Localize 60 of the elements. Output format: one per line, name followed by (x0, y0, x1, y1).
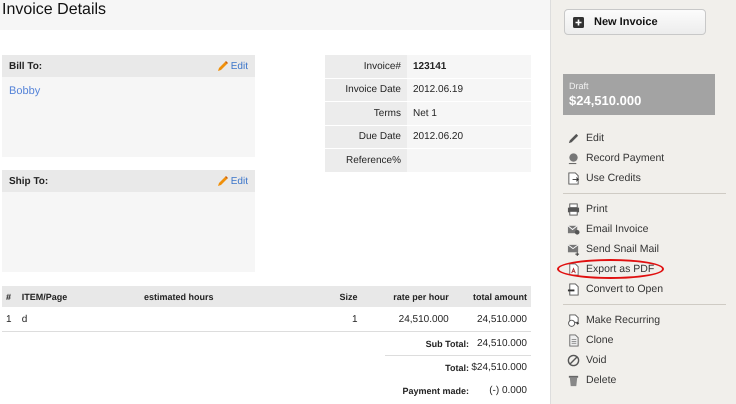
status-label: Draft (569, 81, 590, 91)
envelope-icon (567, 242, 580, 256)
field-value: Net 1 (407, 102, 531, 125)
table-cell: 24,510.000 (452, 307, 531, 332)
total-label: Sub Total: (424, 338, 469, 348)
field-label: Invoice Date (325, 78, 407, 102)
sidebar-action[interactable]: Send Snail Mail (567, 239, 659, 259)
document-icon (567, 172, 580, 184)
table-cell: 1 (336, 307, 362, 332)
sidebar-action[interactable]: Email Invoice (567, 219, 648, 239)
column-header: rate per hour (362, 286, 453, 307)
trash-icon (567, 374, 580, 386)
edit-link[interactable]: Edit (216, 60, 248, 72)
address-label: Ship To: (9, 176, 48, 186)
field-value: 2012.06.20 (407, 125, 531, 148)
address-label: Bill To: (9, 60, 42, 72)
column-header: total amount (452, 286, 531, 307)
total-label: Payment made: (401, 386, 469, 396)
table-cell: 1 (2, 307, 18, 332)
pencil-icon (216, 60, 229, 72)
column-header: estimated hours (140, 286, 336, 307)
sidebar-action[interactable]: Use Credits (567, 168, 641, 188)
document-icon (567, 334, 580, 346)
field-label: Invoice# (325, 55, 407, 78)
column-header: Size (336, 286, 362, 307)
sidebar-action[interactable]: Record Payment (567, 148, 664, 168)
column-header: ITEM/Page (18, 286, 140, 307)
printer-icon (567, 202, 580, 216)
page-title: Invoice Details (1, 0, 108, 20)
total-value: $24,510.000 (470, 362, 528, 373)
new-invoice-button[interactable]: New Invoice (564, 9, 706, 35)
sidebar-action[interactable]: Void (567, 350, 606, 370)
field-value: 2012.06.19 (407, 78, 531, 102)
sidebar-action[interactable]: Export as PDF (557, 259, 664, 279)
sidebar-action[interactable]: Edit (567, 128, 604, 148)
column-header: # (2, 286, 18, 307)
field-label: Due Date (325, 125, 407, 148)
sidebar-action[interactable]: Clone (567, 330, 614, 350)
sidebar-action[interactable]: Delete (567, 370, 616, 390)
document-icon (567, 282, 580, 296)
total-value: (-) 0.000 (488, 385, 528, 396)
envelope-icon (567, 222, 580, 236)
amount-value: $24,510.000 (569, 93, 642, 108)
field-label: Reference% (325, 148, 407, 172)
field-value: 123141 (407, 55, 531, 78)
plus-icon (573, 16, 584, 28)
total-value: 24,510.000 (476, 338, 528, 349)
pencil-icon (567, 132, 580, 144)
prohibited-icon (567, 354, 580, 366)
sidebar-action[interactable]: Convert to Open (567, 279, 664, 299)
sidebar-action[interactable]: Print (567, 199, 608, 219)
document-icon (567, 314, 580, 326)
sidebar-action[interactable]: Make Recurring (567, 310, 660, 330)
field-label: Terms (325, 102, 407, 125)
table-cell: d (18, 307, 140, 332)
table-cell: 24,510.000 (362, 307, 453, 332)
pdf-icon (567, 262, 580, 276)
pencil-icon (216, 175, 229, 187)
edit-link[interactable]: Edit (216, 175, 248, 187)
total-label: Total: (444, 362, 469, 372)
